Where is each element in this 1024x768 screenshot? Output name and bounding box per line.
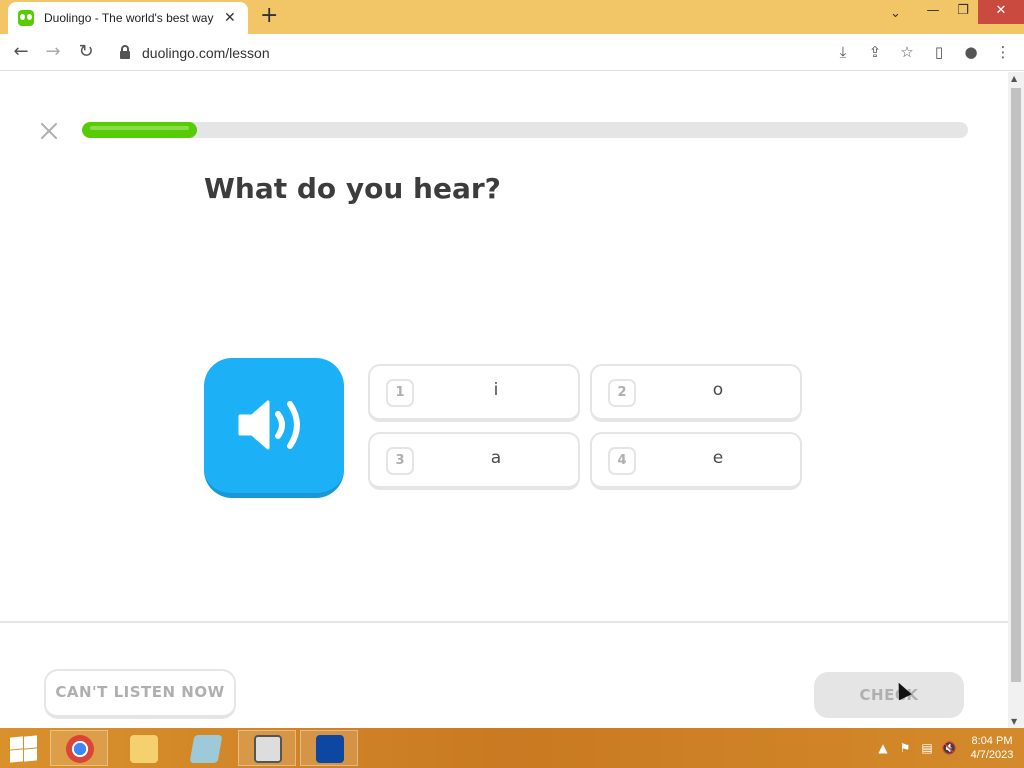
challenge-prompt: What do you hear? [204, 172, 501, 205]
choice-text: e [712, 448, 724, 468]
check-button[interactable]: CHECK [814, 672, 964, 718]
system-clock[interactable]: 8:04 PM 4/7/2023 [960, 734, 1024, 762]
window-close-button[interactable]: ✕ [978, 0, 1024, 24]
media-icon [254, 735, 282, 763]
windows-taskbar: ▲ ⚑ ▤ 🔇 8:04 PM 4/7/2023 [0, 728, 1024, 768]
file-explorer-icon [130, 735, 158, 763]
system-tray: ▲ ⚑ ▤ 🔇 8:04 PM 4/7/2023 [872, 728, 1024, 768]
choice-option-4[interactable]: 4 e [590, 432, 802, 490]
reload-icon[interactable]: ↻ [75, 41, 97, 63]
browser-tab[interactable]: Duolingo - The world's best way ✕ [8, 2, 248, 34]
choice-number: 1 [386, 379, 414, 407]
new-tab-button[interactable]: + [260, 5, 278, 27]
forward-arrow-icon[interactable]: → [42, 41, 64, 63]
window-controls: — ❐ ✕ [918, 0, 1024, 24]
taskbar-file-explorer[interactable] [114, 730, 172, 766]
choice-text: a [490, 448, 502, 468]
duolingo-favicon-icon [18, 10, 34, 26]
network-icon[interactable]: ▤ [916, 741, 938, 755]
onedrive-icon [316, 735, 344, 763]
bookmark-star-icon[interactable]: ☆ [898, 42, 916, 62]
close-lesson-icon[interactable] [36, 118, 62, 144]
notepad-icon [189, 735, 223, 763]
action-center-flag-icon[interactable]: ⚑ [894, 741, 916, 755]
browser-toolbar: ← → ↻ duolingo.com/lesson ⤓ ⇪ ☆ ▯ ● ⋮ [0, 34, 1024, 71]
tab-search-chevron-icon[interactable]: ⌄ [890, 6, 901, 21]
address-bar[interactable]: duolingo.com/lesson [108, 38, 916, 67]
choice-number: 2 [608, 379, 636, 407]
choice-text: i [493, 380, 499, 400]
profile-avatar-icon[interactable]: ● [962, 42, 980, 62]
play-audio-button[interactable] [204, 358, 344, 498]
start-button-icon[interactable] [8, 735, 38, 763]
restore-button[interactable]: ❐ [948, 0, 978, 24]
choice-number: 3 [386, 447, 414, 475]
lock-icon [120, 44, 130, 59]
choice-option-2[interactable]: 2 o [590, 364, 802, 422]
tab-close-icon[interactable]: ✕ [224, 10, 236, 26]
browser-tabstrip: Duolingo - The world's best way ✕ + ⌄ — … [0, 0, 1024, 34]
clock-date: 4/7/2023 [970, 749, 1014, 761]
scroll-down-icon[interactable]: ▼ [1011, 717, 1017, 726]
choice-option-3[interactable]: 3 a [368, 432, 580, 490]
taskbar-chrome[interactable] [50, 730, 108, 766]
clock-time: 8:04 PM [971, 735, 1013, 747]
footer-divider [0, 621, 1008, 623]
minimize-button[interactable]: — [918, 0, 948, 24]
side-panel-icon[interactable]: ▯ [930, 42, 948, 62]
cant-listen-now-button[interactable]: CAN'T LISTEN NOW [44, 669, 236, 719]
progress-fill [82, 122, 198, 138]
choice-text: o [712, 380, 724, 400]
back-arrow-icon[interactable]: ← [10, 41, 32, 63]
tab-title: Duolingo - The world's best way [44, 11, 214, 25]
choice-option-1[interactable]: 1 i [368, 364, 580, 422]
scrollbar-thumb[interactable] [1011, 88, 1021, 682]
lesson-progress-bar [82, 122, 968, 138]
taskbar-media[interactable] [238, 730, 296, 766]
choice-number: 4 [608, 447, 636, 475]
toolbar-icons: ⤓ ⇪ ☆ ▯ ● ⋮ [834, 42, 1012, 62]
lesson-page: What do you hear? 1 i 2 o 3 a 4 e CAN'T … [0, 72, 1008, 728]
volume-muted-icon[interactable]: 🔇 [938, 741, 960, 755]
page-scrollbar[interactable]: ▲ ▼ [1008, 72, 1024, 728]
menu-dots-icon[interactable]: ⋮ [994, 42, 1012, 62]
install-app-icon[interactable]: ⤓ [834, 42, 852, 62]
taskbar-notepad[interactable] [176, 730, 234, 766]
scroll-up-icon[interactable]: ▲ [1011, 74, 1017, 83]
show-hidden-icons-icon[interactable]: ▲ [872, 741, 894, 755]
chrome-icon [66, 735, 94, 763]
taskbar-onedrive[interactable] [300, 730, 358, 766]
speaker-icon [238, 400, 300, 450]
url-text: duolingo.com/lesson [142, 44, 270, 61]
share-icon[interactable]: ⇪ [866, 42, 884, 62]
